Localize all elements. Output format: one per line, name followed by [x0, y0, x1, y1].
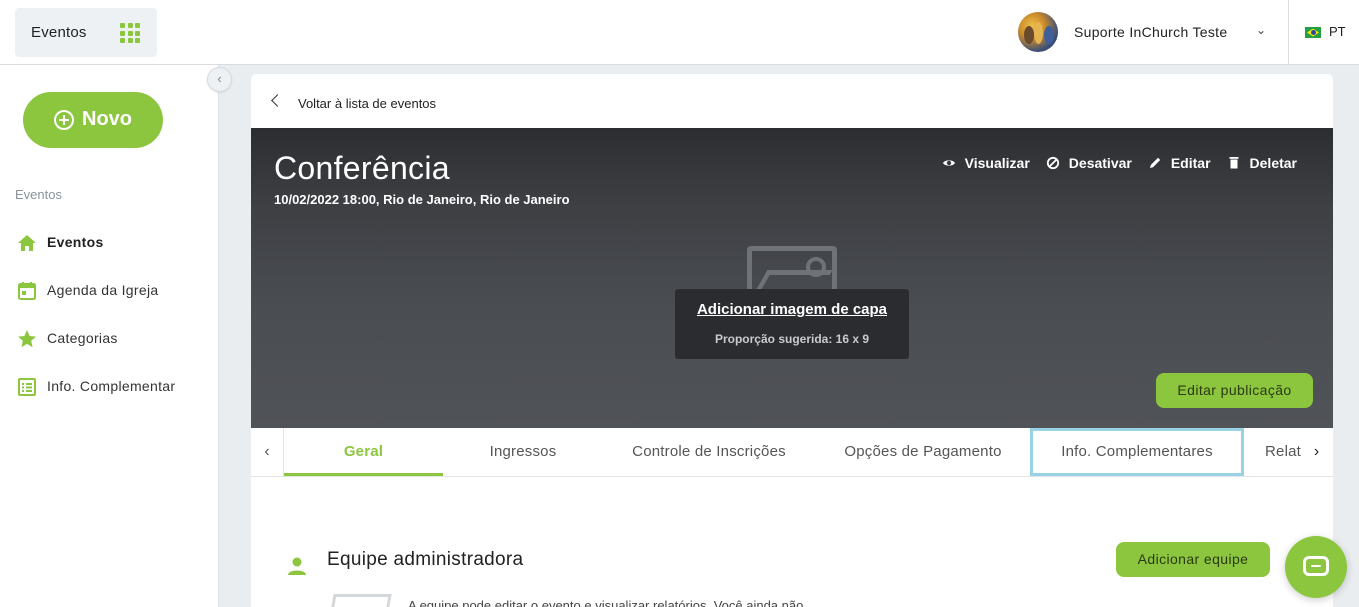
trash-icon — [1229, 157, 1239, 169]
sidebar: Novo Eventos Eventos Agenda da Igreja Ca… — [0, 65, 219, 607]
edit-label: Editar — [1170, 155, 1211, 171]
person-icon — [288, 557, 306, 575]
sidebar-item-info-complementar[interactable]: Info. Complementar — [0, 368, 218, 404]
list-icon — [18, 378, 36, 396]
plus-circle-icon — [54, 110, 74, 130]
chevron-left-icon: ‹ — [217, 71, 222, 86]
chevron-left-icon — [271, 94, 284, 107]
event-cover: Conferência 10/02/2022 18:00, Rio de Jan… — [251, 128, 1333, 428]
sidebar-item-label: Categorias — [47, 330, 118, 346]
view-label: Visualizar — [964, 155, 1030, 171]
edit-button[interactable]: Editar — [1148, 154, 1211, 172]
block-icon — [1046, 156, 1059, 170]
tab-info-complementares[interactable]: Info. Complementares — [1030, 428, 1244, 476]
admin-team-section: Equipe administradora Adicionar equipe A… — [251, 477, 1333, 607]
star-icon — [18, 330, 36, 348]
tab-relatorios[interactable]: Relat — [1265, 428, 1301, 476]
back-link-label: Voltar à lista de eventos — [298, 96, 437, 111]
event-card: Voltar à lista de eventos Conferência 10… — [251, 74, 1333, 607]
event-actions: Visualizar Desativar Editar Deletar — [942, 154, 1297, 172]
sidebar-section-label: Eventos — [15, 187, 62, 202]
view-button[interactable]: Visualizar — [942, 154, 1030, 172]
chevron-left-icon: ‹ — [264, 443, 270, 460]
chevron-right-icon: › — [1313, 443, 1320, 460]
deactivate-button[interactable]: Desativar — [1046, 154, 1132, 172]
apps-grid-icon[interactable] — [120, 23, 140, 43]
chat-button[interactable] — [1285, 536, 1347, 598]
eye-icon — [942, 160, 955, 166]
sidebar-collapse-button[interactable]: ‹ — [207, 67, 232, 92]
event-tabs: ‹ Geral Ingressos Controle de Inscrições… — [251, 428, 1333, 477]
add-cover-image-link[interactable]: Adicionar imagem de capa — [675, 301, 909, 318]
home-icon — [18, 235, 36, 251]
topbar-divider — [1288, 0, 1289, 64]
tab-geral[interactable]: Geral — [284, 428, 443, 476]
language-label: PT — [1329, 24, 1346, 39]
edit-publication-button[interactable]: Editar publicação — [1156, 373, 1313, 408]
tab-opcoes-pagamento[interactable]: Opções de Pagamento — [815, 428, 1031, 476]
admin-team-description: A equipe pode editar o evento e visualiz… — [408, 598, 804, 607]
top-bar: Eventos Suporte InChurch Teste ⌄ PT — [0, 0, 1359, 65]
app-label: Eventos — [31, 24, 87, 41]
sidebar-item-eventos[interactable]: Eventos — [0, 224, 218, 260]
brazil-flag-icon — [1305, 27, 1321, 38]
event-title: Conferência — [274, 150, 450, 186]
avatar — [1018, 12, 1058, 52]
new-button[interactable]: Novo — [23, 92, 163, 148]
admin-team-title: Equipe administradora — [327, 549, 524, 570]
chat-bubble-icon — [1303, 556, 1329, 576]
delete-button[interactable]: Deletar — [1227, 154, 1297, 172]
cover-upload-box: Adicionar imagem de capa Proporção suger… — [675, 289, 909, 359]
deactivate-label: Desativar — [1068, 155, 1132, 171]
tabs-scroll-left-button[interactable]: ‹ — [251, 428, 284, 476]
sidebar-item-categorias[interactable]: Categorias — [0, 320, 218, 356]
delete-label: Deletar — [1249, 155, 1297, 171]
empty-box-icon — [328, 594, 392, 607]
calendar-icon — [18, 282, 36, 300]
tab-ingressos[interactable]: Ingressos — [443, 428, 603, 476]
app-switcher[interactable]: Eventos — [15, 8, 157, 57]
cover-ratio-note: Proporção sugerida: 16 x 9 — [714, 332, 870, 346]
sidebar-item-agenda[interactable]: Agenda da Igreja — [0, 272, 218, 308]
new-button-label: Novo — [82, 108, 132, 130]
tabs-scroll-right-button[interactable]: › — [1300, 428, 1333, 476]
user-name: Suporte InChurch Teste — [1074, 24, 1228, 40]
sidebar-item-label: Eventos — [47, 234, 104, 250]
sidebar-item-label: Info. Complementar — [47, 378, 176, 394]
event-subtitle: 10/02/2022 18:00, Rio de Janeiro, Rio de… — [274, 192, 570, 207]
tab-controle-inscricoes[interactable]: Controle de Inscrições — [603, 428, 815, 476]
add-team-button[interactable]: Adicionar equipe — [1116, 542, 1270, 577]
chevron-down-icon[interactable]: ⌄ — [1256, 23, 1266, 37]
sidebar-item-label: Agenda da Igreja — [47, 282, 159, 298]
pencil-icon — [1149, 157, 1161, 168]
